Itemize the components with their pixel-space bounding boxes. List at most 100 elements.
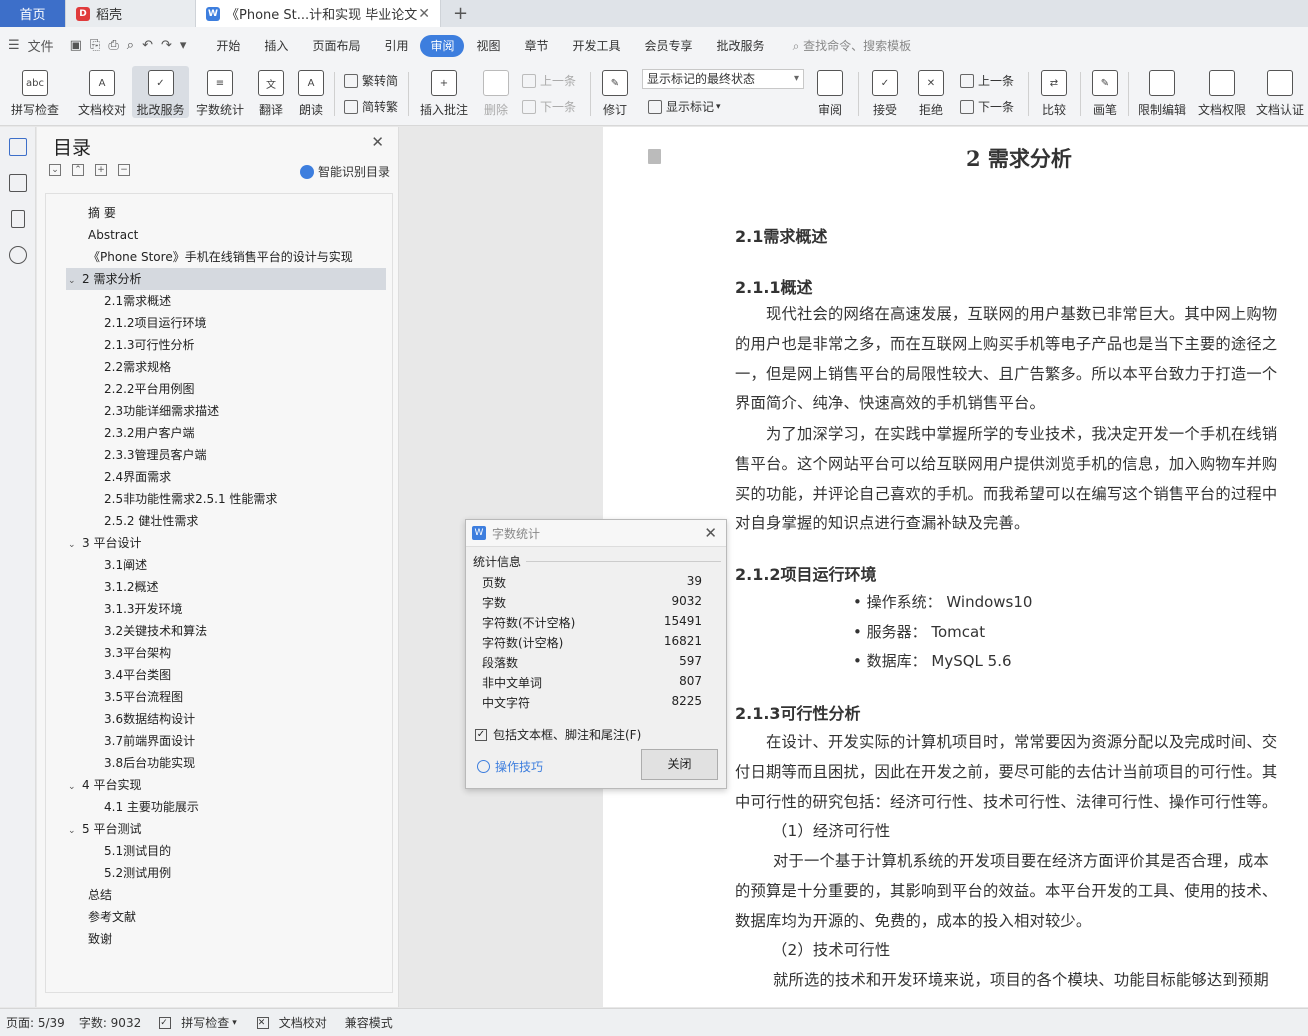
toc-item[interactable]: 3.5平台流程图 <box>46 686 183 708</box>
tab-document[interactable]: W 《Phone St...计和实现 毕业论文 ✕ <box>196 0 441 27</box>
doc-outline-icon[interactable] <box>648 149 661 164</box>
menu-tab[interactable]: 视图 <box>464 35 512 57</box>
toc-item[interactable]: 3.6数据结构设计 <box>46 708 195 730</box>
toc-item[interactable]: 4.1 主要功能展示 <box>46 796 199 818</box>
preview-icon[interactable]: ⌕ <box>127 38 134 53</box>
menu-tab[interactable]: 引用 <box>372 35 420 57</box>
chevron-down-icon[interactable]: ⌄ <box>68 270 82 292</box>
toc-item[interactable]: 2.5.2 健壮性需求 <box>46 510 198 532</box>
delete-comment-button[interactable]: 删除 <box>478 66 514 118</box>
spell-check-toggle[interactable]: ✓ 拼写检查 ▾ <box>153 1014 237 1031</box>
proof-toggle[interactable]: ✕ 文档校对 <box>251 1014 327 1031</box>
toc-item[interactable]: 2.1.2项目运行环境 <box>46 312 207 334</box>
toc-panel-icon[interactable] <box>9 138 27 156</box>
toc-item[interactable]: 3.2关键技术和算法 <box>46 620 207 642</box>
toc-item[interactable]: ⌄ 2 需求分析 <box>66 268 386 290</box>
toc-item[interactable]: 2.4界面需求 <box>46 466 171 488</box>
simp-to-trad-button[interactable]: 简转繁 <box>344 98 398 115</box>
prev-comment-button[interactable]: 上一条 <box>522 72 576 89</box>
prev-revision-button[interactable]: 上一条 <box>960 72 1014 89</box>
restrict-edit-button[interactable]: 限制编辑 <box>1136 66 1188 118</box>
export-icon[interactable]: ⎘ <box>90 38 100 53</box>
menu-tab[interactable]: 审阅 <box>420 34 465 57</box>
toc-item[interactable]: 2.1需求概述 <box>46 290 171 312</box>
toc-item[interactable]: 3.1.3开发环境 <box>46 598 183 620</box>
correct-service-button[interactable]: ✓ 批改服务 <box>132 66 189 118</box>
toc-item[interactable]: 《Phone Store》手机在线销售平台的设计与实现 <box>46 246 353 268</box>
menu-tab[interactable]: 开发工具 <box>561 35 633 57</box>
insert-comment-button[interactable]: + 插入批注 <box>418 66 470 118</box>
close-icon[interactable]: ✕ <box>704 524 717 542</box>
remove-icon[interactable]: − <box>118 164 130 176</box>
toc-item[interactable]: 2.3.3管理员客户端 <box>46 444 207 466</box>
tab-home[interactable]: 首页 <box>0 0 66 27</box>
translate-button[interactable]: 文翻译 <box>253 66 289 118</box>
toc-item[interactable]: Abstract <box>46 224 138 246</box>
chevron-down-icon[interactable]: ⌄ <box>68 776 82 798</box>
toc-item[interactable]: 3.7前端界面设计 <box>46 730 195 752</box>
doc-proof-button[interactable]: A 文档校对 <box>76 66 128 118</box>
accept-button[interactable]: ✓ 接受 <box>866 66 904 118</box>
menu-tab[interactable]: 会员专享 <box>633 35 705 57</box>
word-count-button[interactable]: ≡ 字数统计 <box>194 66 246 118</box>
bookmark-icon[interactable] <box>11 210 25 228</box>
include-textbox-checkbox[interactable]: ✓ 包括文本框、脚注和尾注(F) <box>475 726 641 743</box>
add-icon[interactable]: + <box>95 164 107 176</box>
file-menu[interactable]: ☰ 文件 <box>0 36 62 55</box>
close-tab-icon[interactable]: ✕ <box>418 6 430 22</box>
toc-item[interactable]: 5.1测试目的 <box>46 840 171 862</box>
word-count-indicator[interactable]: 字数: 9032 <box>79 1014 141 1031</box>
more-icon[interactable]: ▾ <box>180 38 187 53</box>
page-indicator[interactable]: 页面: 5/39 <box>6 1014 65 1031</box>
new-tab-button[interactable]: + <box>441 0 480 27</box>
chapter-icon[interactable] <box>9 174 27 192</box>
toc-item[interactable]: ⌄ 3 平台设计 <box>46 532 141 554</box>
compare-button[interactable]: ⇄ 比较 <box>1036 66 1072 118</box>
toc-item[interactable]: 3.8后台功能实现 <box>46 752 195 774</box>
reject-button[interactable]: ✕ 拒绝 <box>912 66 950 118</box>
smart-toc-button[interactable]: 智能识别目录 <box>299 163 390 180</box>
toc-item[interactable]: ⌄ 4 平台实现 <box>46 774 141 796</box>
toc-item[interactable]: 2.5非功能性需求2.5.1 性能需求 <box>46 488 277 510</box>
toc-item[interactable]: ⌄ 5 平台测试 <box>46 818 141 840</box>
doc-permission-button[interactable]: 文档权限 <box>1196 66 1248 118</box>
menu-tab[interactable]: 页面布局 <box>300 35 372 57</box>
next-comment-button[interactable]: 下一条 <box>522 98 576 115</box>
toc-item[interactable]: 2.3.2用户客户端 <box>46 422 195 444</box>
print-icon[interactable]: ⎙ <box>108 38 118 53</box>
save-icon[interactable]: ▣ <box>70 38 82 53</box>
toc-item[interactable]: 摘 要 <box>46 202 116 224</box>
menu-tab[interactable]: 章节 <box>513 35 561 57</box>
toc-item[interactable]: 2.1.3可行性分析 <box>46 334 195 356</box>
toc-item[interactable]: 致谢 <box>46 928 112 950</box>
next-revision-button[interactable]: 下一条 <box>960 98 1014 115</box>
toc-item[interactable]: 3.4平台类图 <box>46 664 171 686</box>
collapse-all-icon[interactable]: ⌄ <box>49 164 61 176</box>
revise-button[interactable]: ✎ 修订 <box>596 66 634 118</box>
read-aloud-button[interactable]: A 朗读 <box>296 66 326 118</box>
tips-link[interactable]: 操作技巧 <box>477 758 543 775</box>
markup-state-select[interactable]: 显示标记的最终状态 <box>642 69 804 89</box>
toc-item[interactable]: 2.2.2平台用例图 <box>46 378 195 400</box>
search-icon[interactable] <box>9 246 27 264</box>
doc-certify-button[interactable]: 文档认证 <box>1254 66 1306 118</box>
toc-item[interactable]: 3.3平台架构 <box>46 642 171 664</box>
trad-to-simp-button[interactable]: 繁转简 <box>344 72 398 89</box>
expand-all-icon[interactable]: ⌃ <box>72 164 84 176</box>
close-button[interactable]: 关闭 <box>641 749 718 780</box>
chevron-down-icon[interactable]: ⌄ <box>68 534 82 556</box>
toc-item[interactable]: 2.3功能详细需求描述 <box>46 400 219 422</box>
toc-item[interactable]: 3.1阐述 <box>46 554 147 576</box>
toc-item[interactable]: 总结 <box>46 884 112 906</box>
toc-item[interactable]: 2.2需求规格 <box>46 356 171 378</box>
chevron-down-icon[interactable]: ⌄ <box>68 820 82 842</box>
toc-item[interactable]: 参考文献 <box>46 906 136 928</box>
show-markup-button[interactable]: 显示标记 ▾ <box>648 98 721 115</box>
spell-check-button[interactable]: abc 拼写检查 <box>6 66 64 118</box>
redo-icon[interactable]: ↷ <box>161 38 172 53</box>
menu-tab[interactable]: 插入 <box>252 35 300 57</box>
command-search[interactable]: ⌕ 查找命令、搜索模板 <box>793 37 912 54</box>
toc-item[interactable]: 5.2测试用例 <box>46 862 171 884</box>
menu-tab[interactable]: 开始 <box>204 35 252 57</box>
pen-button[interactable]: ✎ 画笔 <box>1090 66 1120 118</box>
